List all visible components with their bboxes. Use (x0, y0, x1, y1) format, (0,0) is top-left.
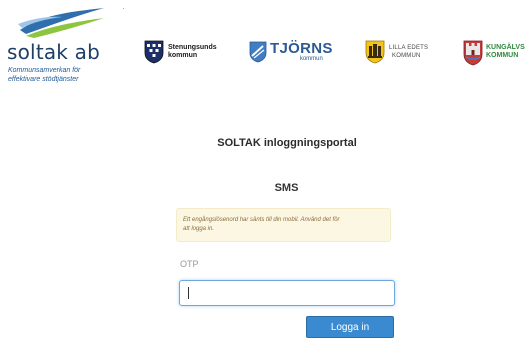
partner-stenungsund: Stenungsunds kommun (144, 38, 217, 66)
tjorn-coat-of-arms-icon (249, 41, 267, 63)
otp-input[interactable] (179, 280, 395, 306)
sms-login-form: SMS Ett engångslösenord har sänts till d… (176, 176, 397, 338)
otp-label: OTP (180, 259, 199, 269)
kungalv-line-1: KUNGÄLVS (486, 44, 525, 51)
tjorn-line-1: TJÖRNS (270, 40, 333, 57)
lilla-edet-text: LILLA EDETS KOMMUN (389, 44, 428, 60)
otp-sent-alert: Ett engångslösenord har sänts till din m… (176, 208, 391, 242)
tagline-line-1: Kommunsamverkan för (8, 67, 81, 74)
sms-heading: SMS (274, 182, 299, 194)
kungalv-line-2: KOMMUN (486, 52, 519, 59)
page-title: SOLTAK inloggningsportal (217, 137, 357, 149)
lilla-edet-line-1: LILLA EDETS (389, 45, 429, 51)
kungalv-text: KUNGÄLVS KOMMUN (486, 44, 525, 60)
text-cursor (188, 287, 189, 299)
stenungsund-text: Stenungsunds kommun (168, 44, 217, 60)
login-button[interactable]: Logga in (306, 316, 394, 338)
partner-tjorn: TJÖRNS kommun (249, 38, 333, 66)
soltak-brand-name: soltak ab (7, 40, 101, 64)
login-page: soltak ab Kommunsamverkan för effektivar… (0, 0, 531, 338)
soltak-logo: soltak ab Kommunsamverkan för effektivar… (6, 4, 124, 92)
lilla-edet-coat-of-arms-icon (365, 40, 385, 64)
soltak-tagline: Kommunsamverkan för effektivare stödtjän… (8, 66, 80, 84)
alert-line-1: Ett engångslösenord har sänts till din m… (183, 217, 340, 223)
alert-line-2: att logga in. (183, 226, 215, 232)
stenungsund-line-2: kommun (168, 52, 198, 59)
stenungsund-coat-of-arms-icon (144, 40, 164, 64)
partner-kungalv: KUNGÄLVS KOMMUN (463, 38, 525, 66)
soltak-wave-icon (18, 8, 104, 38)
partner-lilla-edet: LILLA EDETS KOMMUN (365, 38, 428, 66)
tagline-line-2: effektivare stödtjänster (8, 76, 79, 83)
kungalv-coat-of-arms-icon (463, 40, 483, 66)
header: soltak ab Kommunsamverkan för effektivar… (0, 0, 531, 95)
tjorn-line-2: kommun (299, 56, 323, 62)
tjorn-text: TJÖRNS kommun (270, 41, 333, 63)
lilla-edet-line-2: KOMMUN (392, 53, 421, 59)
stenungsund-line-1: Stenungsunds (168, 44, 217, 51)
